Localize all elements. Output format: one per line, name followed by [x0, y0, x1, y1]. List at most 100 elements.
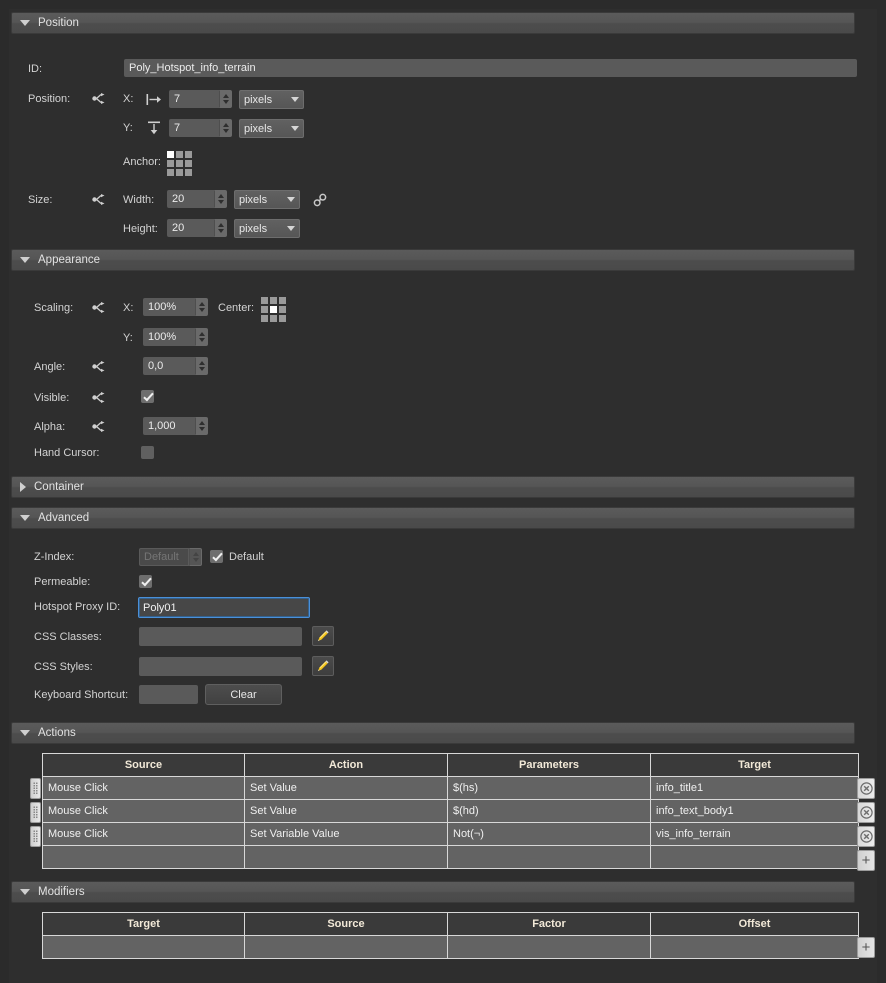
- actions-col-parameters[interactable]: Parameters: [447, 753, 651, 777]
- table-row[interactable]: [42, 935, 859, 959]
- spin-down-icon[interactable]: [198, 338, 205, 342]
- hotspot-proxy-id-input[interactable]: [138, 597, 310, 618]
- section-header-advanced[interactable]: Advanced: [11, 507, 855, 529]
- modifier-source-0[interactable]: [244, 935, 448, 959]
- bind-branch-icon-angle[interactable]: [92, 360, 107, 373]
- scaling-y-input[interactable]: [143, 328, 195, 346]
- actions-col-target[interactable]: Target: [650, 753, 859, 777]
- spin-up-icon[interactable]: [198, 332, 205, 336]
- spin-up-icon[interactable]: [222, 123, 229, 127]
- modifiers-col-source[interactable]: Source: [244, 912, 448, 936]
- bind-branch-icon-alpha[interactable]: [92, 420, 107, 433]
- width-unit-dropdown[interactable]: pixels: [234, 190, 300, 209]
- spin-up-icon[interactable]: [198, 361, 205, 365]
- permeable-checkbox[interactable]: [139, 575, 152, 588]
- scaling-x-spinner[interactable]: [143, 298, 208, 316]
- action-source-1[interactable]: Mouse Click: [42, 799, 245, 823]
- angle-spinner[interactable]: [143, 357, 208, 375]
- center-cell-4[interactable]: [270, 306, 277, 313]
- spin-up-icon[interactable]: [198, 302, 205, 306]
- css-styles-edit-button[interactable]: [312, 656, 334, 676]
- center-grid[interactable]: [261, 297, 286, 322]
- spin-down-icon[interactable]: [217, 229, 224, 233]
- scaling-x-spin-buttons[interactable]: [195, 298, 208, 316]
- section-header-appearance[interactable]: Appearance: [11, 249, 855, 271]
- table-row[interactable]: Mouse Click Set Value $(hs) info_title1: [42, 776, 859, 800]
- center-cell-0[interactable]: [261, 297, 268, 304]
- center-cell-6[interactable]: [261, 315, 268, 322]
- css-classes-edit-button[interactable]: [312, 626, 334, 646]
- alpha-input[interactable]: [143, 417, 195, 435]
- bind-branch-icon-position[interactable]: [92, 92, 107, 105]
- action-source-0[interactable]: Mouse Click: [42, 776, 245, 800]
- position-x-input[interactable]: [169, 90, 219, 108]
- anchor-cell-6[interactable]: [167, 169, 174, 176]
- action-source-3[interactable]: [42, 845, 245, 869]
- position-x-spin-buttons[interactable]: [219, 90, 232, 108]
- anchor-cell-4[interactable]: [176, 160, 183, 167]
- center-cell-3[interactable]: [261, 306, 268, 313]
- height-spinner[interactable]: [167, 219, 227, 237]
- modifier-offset-0[interactable]: [650, 935, 859, 959]
- css-styles-input[interactable]: [139, 657, 302, 676]
- center-cell-8[interactable]: [279, 315, 286, 322]
- anchor-grid[interactable]: [167, 151, 192, 176]
- table-row[interactable]: [42, 845, 859, 869]
- row-drag-handle[interactable]: [30, 802, 41, 823]
- link-chain-icon[interactable]: [313, 193, 327, 207]
- position-x-spinner[interactable]: [169, 90, 232, 108]
- spin-down-icon[interactable]: [222, 129, 229, 133]
- position-y-unit-dropdown[interactable]: pixels: [239, 119, 304, 138]
- keyboard-shortcut-input[interactable]: [139, 685, 198, 704]
- action-action-1[interactable]: Set Value: [244, 799, 448, 823]
- center-cell-2[interactable]: [279, 297, 286, 304]
- angle-input[interactable]: [143, 357, 195, 375]
- add-modifier-button[interactable]: +: [857, 937, 875, 958]
- spin-down-icon[interactable]: [198, 308, 205, 312]
- anchor-cell-2[interactable]: [185, 151, 192, 158]
- width-spin-buttons[interactable]: [214, 190, 227, 208]
- actions-col-action[interactable]: Action: [244, 753, 448, 777]
- section-header-container[interactable]: Container: [11, 476, 855, 498]
- action-source-2[interactable]: Mouse Click: [42, 822, 245, 846]
- table-row[interactable]: Mouse Click Set Variable Value Not(¬) vi…: [42, 822, 859, 846]
- spin-up-icon[interactable]: [217, 223, 224, 227]
- modifier-target-0[interactable]: [42, 935, 245, 959]
- row-drag-handle[interactable]: [30, 826, 41, 847]
- height-input[interactable]: [167, 219, 214, 237]
- bind-branch-icon-visible[interactable]: [92, 391, 107, 404]
- action-target-0[interactable]: info_title1: [650, 776, 859, 800]
- section-header-actions[interactable]: Actions: [11, 722, 855, 744]
- action-action-2[interactable]: Set Variable Value: [244, 822, 448, 846]
- center-cell-7[interactable]: [270, 315, 277, 322]
- action-parameters-1[interactable]: $(hd): [447, 799, 651, 823]
- position-y-spin-buttons[interactable]: [219, 119, 232, 137]
- bind-branch-icon-size[interactable]: [92, 193, 107, 206]
- delete-action-button[interactable]: [857, 802, 875, 823]
- spin-down-icon[interactable]: [198, 367, 205, 371]
- visible-checkbox[interactable]: [141, 390, 154, 403]
- action-parameters-3[interactable]: [447, 845, 651, 869]
- position-y-spinner[interactable]: [169, 119, 232, 137]
- row-drag-handle[interactable]: [30, 778, 41, 799]
- hand-cursor-checkbox[interactable]: [141, 446, 154, 459]
- spin-up-icon[interactable]: [217, 194, 224, 198]
- spin-up-icon[interactable]: [198, 421, 205, 425]
- action-action-3[interactable]: [244, 845, 448, 869]
- alpha-spinner[interactable]: [143, 417, 208, 435]
- section-header-position[interactable]: Position: [11, 12, 855, 34]
- action-target-1[interactable]: info_text_body1: [650, 799, 859, 823]
- action-action-0[interactable]: Set Value: [244, 776, 448, 800]
- alpha-spin-buttons[interactable]: [195, 417, 208, 435]
- scaling-y-spin-buttons[interactable]: [195, 328, 208, 346]
- anchor-cell-5[interactable]: [185, 160, 192, 167]
- modifiers-col-offset[interactable]: Offset: [650, 912, 859, 936]
- position-y-input[interactable]: [169, 119, 219, 137]
- section-header-modifiers[interactable]: Modifiers: [11, 881, 855, 903]
- table-row[interactable]: Mouse Click Set Value $(hd) info_text_bo…: [42, 799, 859, 823]
- spin-up-icon[interactable]: [222, 94, 229, 98]
- delete-action-button[interactable]: [857, 826, 875, 847]
- center-cell-5[interactable]: [279, 306, 286, 313]
- height-unit-dropdown[interactable]: pixels: [234, 219, 300, 238]
- modifiers-col-target[interactable]: Target: [42, 912, 245, 936]
